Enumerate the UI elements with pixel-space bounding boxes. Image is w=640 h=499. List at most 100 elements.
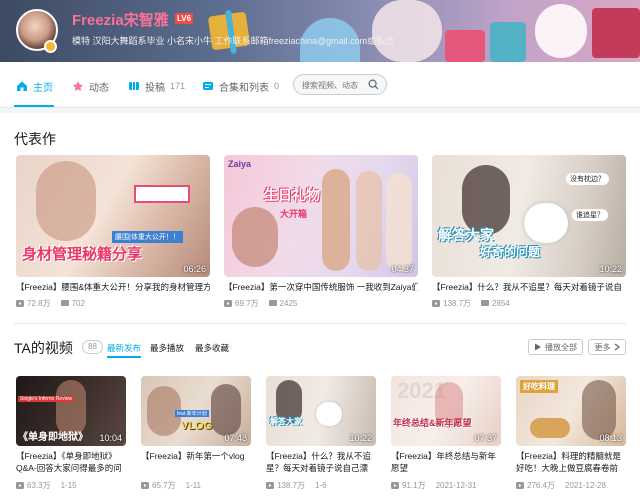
- dynamic-icon: [73, 81, 83, 91]
- speech-bubble: 谁追星？: [572, 209, 608, 221]
- video-duration: 10:04: [99, 433, 122, 443]
- video-thumbnail[interactable]: Zaiya 生日礼物 大开箱 04:37: [224, 155, 418, 277]
- video-title[interactable]: 【Freezia】《单身即地狱》Q&A-回答大家问得最多的问: [16, 450, 126, 474]
- gender-female-icon: ♀: [157, 10, 166, 24]
- thumbnail-sub-text: 好奇的问题: [480, 245, 541, 259]
- search-input[interactable]: [302, 78, 368, 92]
- play-count-icon: [16, 482, 24, 489]
- video-duration: 08:13: [599, 433, 622, 443]
- video-meta: 63.3万 1-15: [16, 480, 126, 491]
- video-card[interactable]: 解答大家 10:22 【Freezia】什么？我从不追星？每天对着镜子说自己漂 …: [266, 376, 376, 498]
- thumbnail-text: 身材管理秘籍分享: [22, 246, 143, 263]
- view-count: 72.8万: [27, 299, 51, 308]
- view-count: 69.7万: [235, 299, 259, 308]
- view-count: 91.1万: [402, 481, 426, 490]
- gift-decoration: [445, 30, 485, 62]
- thumbnail-text: VLOG: [181, 420, 213, 432]
- masterpiece-card[interactable]: 腰围|体重大公开！！ 身材管理秘籍分享 06:26 【Freezia】腰围&体重…: [16, 155, 210, 311]
- video-meta: 69.7万 2425: [224, 298, 418, 309]
- view-count: 63.3万: [27, 481, 51, 490]
- play-count-icon: [266, 482, 274, 489]
- video-duration: 07:37: [474, 433, 497, 443]
- sort-latest[interactable]: 最新发布: [107, 342, 141, 354]
- video-card[interactable]: 2021 年终总结&新年愿望 07:37 【Freezia】年终总结与新年愿望 …: [391, 376, 501, 498]
- video-thumbnail[interactable]: Single's Inferno Review 《单身即地狱》 10:04: [16, 376, 126, 446]
- video-card[interactable]: feat.新年计划 VLOG 07:48 【Freezia】新年第一个vlog …: [141, 376, 251, 498]
- gift-decoration: [490, 22, 526, 62]
- person-figure: [36, 161, 96, 241]
- video-title[interactable]: 【Freezia】腰围&体重大公开！分享我的身材管理方: [16, 281, 210, 293]
- video-title[interactable]: 【Freezia】第一次穿中国传统服饰 一我收到Zaiya们: [224, 281, 418, 293]
- video-duration: 04:37: [391, 264, 414, 274]
- tab-home[interactable]: 主页: [16, 78, 53, 94]
- video-thumbnail[interactable]: 2021 年终总结&新年愿望 07:37: [391, 376, 501, 446]
- play-count-icon: [16, 300, 24, 307]
- comment-icon: [60, 300, 69, 306]
- video-meta: 65.7万 1-11: [141, 480, 251, 491]
- speech-bubble: 没有枕边？: [566, 173, 609, 185]
- video-title[interactable]: 【Freezia】新年第一个vlog: [141, 450, 251, 474]
- video-duration: 07:48: [224, 433, 247, 443]
- video-duration: 06:26: [183, 264, 206, 274]
- play-all-button[interactable]: 播放全部: [528, 339, 583, 355]
- section-divider: [14, 323, 626, 324]
- person-figure: [582, 380, 616, 440]
- masterpiece-card[interactable]: 没有枕边？ 谁追星？ 解答大家 好奇的问题 10:22 【Freezia】什么？…: [432, 155, 626, 311]
- thumbnail-text: 解答大家: [270, 417, 302, 426]
- space-search: [293, 74, 387, 95]
- comment-icon: [268, 300, 277, 306]
- tab-dynamic[interactable]: 动态: [72, 78, 109, 94]
- video-title[interactable]: 【Freezia】什么？我从不追星？每天对着镜子说自己漂: [266, 450, 376, 474]
- food-figure: [530, 418, 570, 438]
- sort-indicator: [107, 356, 141, 358]
- video-thumbnail[interactable]: 腰围|体重大公开！！ 身材管理秘籍分享 06:26: [16, 155, 210, 277]
- upload-date: 1-6: [315, 481, 327, 490]
- tab-upload-count: 171: [170, 81, 186, 91]
- more-button[interactable]: 更多: [588, 339, 626, 355]
- play-all-label: 播放全部: [545, 342, 577, 352]
- chevron-right-icon: [614, 343, 620, 351]
- upload-date: 1-15: [60, 481, 77, 490]
- video-thumbnail[interactable]: feat.新年计划 VLOG 07:48: [141, 376, 251, 446]
- more-label: 更多: [594, 342, 611, 352]
- play-count-icon: [141, 482, 149, 489]
- upload-icon: [129, 81, 139, 91]
- qipao-figure: [322, 169, 350, 271]
- tab-upload[interactable]: 投稿 171: [128, 78, 185, 94]
- upload-date: 1-11: [185, 481, 201, 490]
- comment-count: 2425: [279, 299, 298, 308]
- video-thumbnail[interactable]: 解答大家 10:22: [266, 376, 376, 446]
- video-count-badge: 88: [82, 340, 103, 354]
- character-decoration: [372, 0, 442, 62]
- qipao-figure: [356, 171, 382, 271]
- video-card[interactable]: 好吃料理 08:13 【Freezia】料理的精髓就是好吃！大晚上做豆腐春卷前饼…: [516, 376, 626, 498]
- video-thumbnail[interactable]: 好吃料理 08:13: [516, 376, 626, 446]
- my-videos-title: TA的视频: [14, 340, 73, 356]
- dog-figure: [524, 203, 568, 243]
- video-title[interactable]: 【Freezia】年终总结与新年愿望: [391, 450, 501, 474]
- video-card[interactable]: Single's Inferno Review 《单身即地狱》 10:04 【F…: [16, 376, 126, 498]
- tab-collection-count: 0: [274, 81, 280, 91]
- active-tab-indicator: [14, 105, 54, 107]
- masterpiece-title: 代表作: [14, 131, 56, 147]
- video-meta: 91.1万 2021-12-31: [391, 480, 501, 491]
- video-meta: 138.7万 1-6: [266, 480, 376, 491]
- video-title[interactable]: 【Freezia】料理的精髓就是好吃！大晚上做豆腐春卷前饼: [516, 450, 626, 474]
- thumbnail-sub-text: feat.新年计划: [175, 410, 209, 417]
- sort-most-played[interactable]: 最多播放: [150, 342, 184, 354]
- level-badge: LV6: [175, 13, 194, 24]
- home-icon: [17, 81, 27, 91]
- tab-home-label: 主页: [33, 82, 53, 94]
- thumbnail-sub-text: Single's Inferno Review: [18, 396, 75, 402]
- masterpiece-card[interactable]: Zaiya 生日礼物 大开箱 04:37 【Freezia】第一次穿中国传统服饰…: [224, 155, 418, 311]
- video-thumbnail[interactable]: 没有枕边？ 谁追星？ 解答大家 好奇的问题 10:22: [432, 155, 626, 277]
- collection-icon: [203, 82, 213, 90]
- search-icon[interactable]: [368, 79, 379, 90]
- comment-count: 702: [71, 299, 85, 308]
- view-count: 138.7万: [443, 299, 472, 308]
- tab-collection[interactable]: 合集和列表 0: [202, 78, 279, 94]
- play-count-icon: [432, 300, 440, 307]
- verified-badge-icon: [44, 40, 57, 53]
- sort-most-favorited[interactable]: 最多收藏: [195, 342, 229, 354]
- video-title[interactable]: 【Freezia】什么？我从不追星？每天对着镜子说自: [432, 281, 626, 293]
